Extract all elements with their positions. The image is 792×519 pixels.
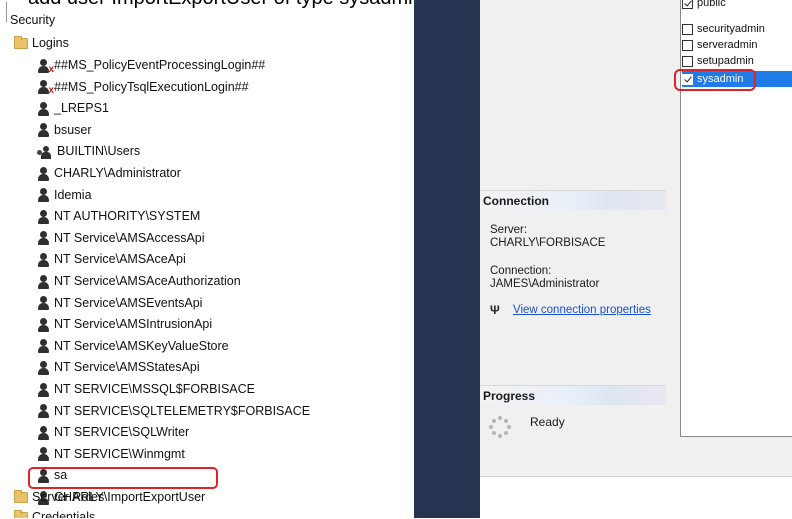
importexportuser-highlight-box [28, 467, 218, 489]
login-item-label: NT Service\AMSStatesApi [54, 360, 200, 375]
object-explorer-tree: Security Logins x ##MS_PolicyEventProcess… [0, 0, 414, 518]
role-checkbox[interactable] [682, 39, 693, 51]
login-item-label: NT SERVICE\SQLWriter [54, 425, 190, 440]
login-item[interactable]: NT SERVICE\SQLTELEMETRY$FORBISACE [37, 401, 310, 422]
server-role-label: serveradmin [697, 39, 758, 51]
login-item-label: NT Service\AMSAceApi [54, 252, 186, 267]
login-item[interactable]: x ##MS_PolicyEventProcessingLogin## [37, 55, 265, 76]
connection-section-header: Connection [480, 190, 666, 210]
progress-status: Ready [530, 415, 565, 429]
user-icon [37, 274, 50, 289]
login-item-label: CHARLY\Administrator [54, 166, 181, 180]
login-item[interactable]: Idemia [37, 185, 92, 206]
role-checkbox[interactable] [682, 0, 693, 9]
connection-plug-icon: Ψ [490, 303, 500, 317]
folder-icon [14, 510, 28, 518]
login-item[interactable]: NT Service\AMSIntrusionApi [37, 314, 212, 335]
login-item-label: NT SERVICE\MSSQL$FORBISACE [54, 382, 255, 396]
tree-node-security-label: Security [10, 13, 56, 27]
server-role-item[interactable]: serveradmin [682, 37, 792, 53]
tree-node-security[interactable]: Security [10, 10, 55, 31]
user-icon [37, 101, 50, 116]
group-icon [37, 145, 53, 159]
user-icon [37, 252, 50, 267]
user-icon [37, 382, 50, 397]
server-role-item[interactable]: setupadmin [682, 53, 792, 69]
login-item[interactable]: CHARLY\Administrator [37, 163, 181, 184]
tree-node-logins[interactable]: Logins [14, 33, 69, 54]
login-item[interactable]: BUILTIN\Users [37, 141, 140, 162]
tree-node-credentials[interactable]: Credentials [14, 507, 95, 518]
login-item[interactable]: NT Service\AMSAceAuthorization [37, 271, 241, 292]
login-item[interactable]: NT Service\AMSStatesApi [37, 357, 200, 378]
login-item[interactable]: NT SERVICE\MSSQL$FORBISACE [37, 379, 255, 400]
tree-node-credentials-label: Credentials [32, 510, 96, 518]
user-icon [37, 209, 50, 224]
progress-section-header: Progress [480, 385, 666, 405]
login-item[interactable]: x ##MS_PolicyTsqlExecutionLogin## [37, 77, 249, 98]
login-item-label: NT Service\AMSEventsApi [54, 295, 203, 310]
tree-node-server-roles-label: Server Roles [32, 490, 105, 504]
user-disabled-icon: x [37, 80, 54, 96]
login-item-label: Idemia [54, 187, 92, 202]
login-item[interactable]: NT Service\AMSAccessApi [37, 228, 205, 249]
user-icon [37, 339, 50, 354]
user-icon [37, 425, 50, 440]
login-item-label: NT Service\AMSKeyValueStore [54, 338, 229, 353]
login-item-label: _LREPS1 [54, 101, 109, 116]
connection-value: JAMES\Administrator [490, 278, 600, 290]
tree-node-logins-label: Logins [32, 36, 69, 50]
user-icon [37, 231, 50, 246]
tree-node-server-roles[interactable]: Server Roles [14, 487, 104, 508]
login-item-label: ##MS_PolicyEventProcessingLogin## [54, 58, 266, 72]
user-icon [37, 447, 50, 462]
server-role-label: securityadmin [697, 23, 765, 35]
login-item-label: NT SERVICE\SQLTELEMETRY$FORBISACE [54, 403, 311, 418]
server-value: CHARLY\FORBISACE [490, 237, 606, 249]
user-icon [37, 317, 50, 332]
role-checkbox[interactable] [682, 23, 693, 35]
login-item[interactable]: _LREPS1 [37, 98, 109, 119]
login-item-label: NT SERVICE\Winmgmt [54, 446, 185, 461]
progress-spinner-icon [489, 416, 511, 438]
connection-label: Connection: [490, 265, 552, 277]
login-item[interactable]: NT Service\AMSAceApi [37, 249, 186, 270]
user-icon [37, 360, 50, 375]
user-icon [37, 166, 50, 181]
user-icon [37, 123, 50, 138]
user-icon [37, 296, 50, 311]
login-item[interactable]: NT SERVICE\SQLWriter [37, 422, 189, 443]
login-item[interactable]: NT AUTHORITY\SYSTEM [37, 206, 200, 227]
login-item-label: BUILTIN\Users [57, 144, 141, 159]
login-item-label: NT Service\AMSAceAuthorization [54, 274, 241, 288]
user-icon [37, 404, 50, 419]
sysadmin-highlight-box [674, 69, 756, 91]
dialog-button-strip [480, 476, 792, 519]
folder-icon [14, 36, 28, 49]
login-item[interactable]: bsuser [37, 120, 92, 141]
server-label: Server: [490, 224, 528, 236]
folder-icon [14, 490, 28, 503]
login-item-label: NT AUTHORITY\SYSTEM [54, 209, 201, 224]
server-role-item[interactable]: securityadmin [682, 21, 792, 37]
role-checkbox[interactable] [682, 55, 693, 67]
login-item[interactable]: NT Service\AMSEventsApi [37, 293, 202, 314]
server-role-label: public [697, 0, 726, 9]
server-role-label: setupadmin [697, 55, 754, 67]
login-item[interactable]: NT Service\AMSKeyValueStore [37, 336, 229, 357]
server-role-item[interactable]: public [682, 0, 792, 9]
user-disabled-icon: x [37, 58, 54, 74]
view-connection-properties-link[interactable]: View connection properties [513, 304, 651, 316]
login-item-label: bsuser [54, 122, 92, 137]
user-icon [37, 188, 50, 203]
tree-connector-line [6, 2, 7, 22]
login-item[interactable]: NT SERVICE\Winmgmt [37, 444, 185, 465]
login-item-label: ##MS_PolicyTsqlExecutionLogin## [54, 79, 249, 94]
login-item-label: NT Service\AMSIntrusionApi [54, 317, 213, 332]
dialog-navy-sidebar [414, 0, 480, 518]
login-item-label: NT Service\AMSAccessApi [54, 230, 205, 245]
